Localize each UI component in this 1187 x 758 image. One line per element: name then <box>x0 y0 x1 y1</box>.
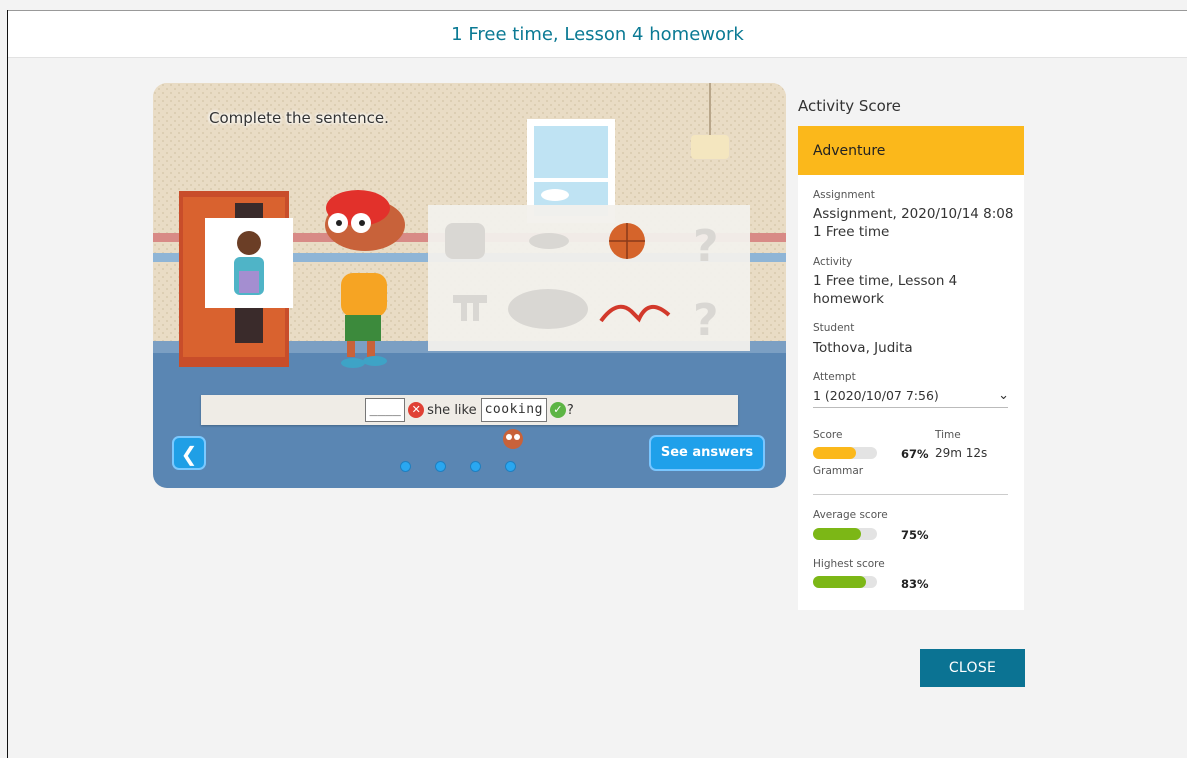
highest-score-percent: 83% <box>901 577 929 591</box>
activity-value-line1: 1 Free time, Lesson 4 <box>813 273 958 289</box>
activity-canvas: ? ? Complete the sentence. ____ ✕ she li… <box>153 83 786 488</box>
highest-score-bar-fill <box>813 576 867 588</box>
assignment-value-line1: Assignment, 2020/10/14 8:08 <box>813 206 1014 222</box>
back-button[interactable]: ❮ <box>172 436 206 470</box>
see-answers-button[interactable]: See answers <box>649 435 765 471</box>
svg-text:?: ? <box>693 221 719 272</box>
score-bar <box>813 447 877 459</box>
incorrect-icon: ✕ <box>408 402 425 418</box>
category-label: Adventure <box>813 142 886 159</box>
correct-icon: ✓ <box>549 402 566 418</box>
sentence-text: she like <box>427 402 477 418</box>
page-dot[interactable] <box>470 461 481 472</box>
score-panel: Adventure Assignment Assignment, 2020/10… <box>798 126 1024 610</box>
score-bar-fill <box>813 447 856 459</box>
answer-filled-input[interactable]: cooking <box>480 398 547 422</box>
page-header: 1 Free time, Lesson 4 homework <box>8 11 1187 58</box>
window-left-border <box>7 10 8 758</box>
answer-blank-input[interactable]: ____ <box>365 398 406 422</box>
assignment-label: Assignment <box>813 189 875 201</box>
svg-text:?: ? <box>693 295 719 346</box>
score-percent: 67% <box>901 447 929 461</box>
highest-score-bar <box>813 576 877 588</box>
score-divider <box>813 494 1008 495</box>
chevron-down-icon[interactable]: ⌄ <box>998 388 1009 403</box>
student-label: Student <box>813 322 855 334</box>
activity-instruction: Complete the sentence. <box>209 109 389 127</box>
highest-score-label: Highest score <box>813 558 885 570</box>
activity-label: Activity <box>813 256 853 268</box>
attempt-select-value[interactable]: 1 (2020/10/07 7:56) <box>813 388 939 403</box>
page-dot[interactable] <box>400 461 411 472</box>
category-header: Adventure <box>798 126 1024 175</box>
attempt-select-underline <box>813 407 1008 408</box>
student-value: Tothova, Judita <box>813 340 913 356</box>
activity-value-line2: homework <box>813 291 884 307</box>
page-dot[interactable] <box>505 461 516 472</box>
page-title: 1 Free time, Lesson 4 homework <box>451 23 744 45</box>
average-score-percent: 75% <box>901 528 929 542</box>
chevron-left-icon: ❮ <box>180 442 198 466</box>
sentence-banner: ____ ✕ she like cooking ✓ ? <box>201 395 738 425</box>
score-grammar-label: Grammar <box>813 465 864 477</box>
assignment-value-line2: 1 Free time <box>813 224 890 240</box>
average-score-bar-fill <box>813 528 861 540</box>
average-score-label: Average score <box>813 509 888 521</box>
score-label: Score <box>813 429 843 441</box>
activity-score-heading: Activity Score <box>798 97 901 115</box>
room-scene-illustration: ? ? <box>153 83 786 488</box>
sentence-end-punct: ? <box>566 402 574 418</box>
average-score-bar <box>813 528 877 540</box>
time-label: Time <box>935 429 961 441</box>
time-value: 29m 12s <box>935 446 988 460</box>
attempt-label: Attempt <box>813 371 856 383</box>
close-button[interactable]: CLOSE <box>920 649 1025 687</box>
page-dot[interactable] <box>435 461 446 472</box>
